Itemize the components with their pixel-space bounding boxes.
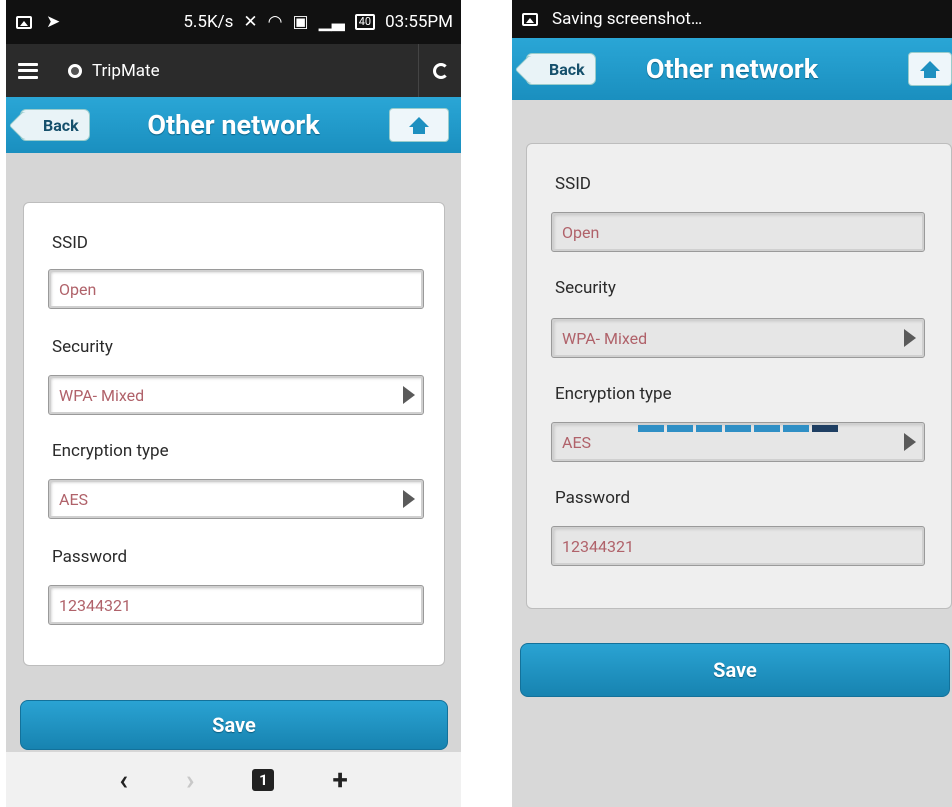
- wifi-icon: ◠: [267, 12, 283, 32]
- ssid-label: SSID: [555, 174, 591, 194]
- ssid-label: SSID: [52, 233, 88, 253]
- password-input[interactable]: 12344321: [48, 585, 424, 625]
- home-button[interactable]: [389, 108, 449, 142]
- page-title: Other network: [645, 53, 819, 85]
- reload-icon[interactable]: [433, 62, 449, 79]
- toolbar-divider: [418, 44, 419, 97]
- menu-icon[interactable]: [18, 62, 38, 79]
- site-title[interactable]: TripMate: [92, 61, 160, 81]
- sim-icon: ▣: [292, 12, 309, 32]
- loading-segment: [696, 425, 722, 432]
- loading-segment: [783, 425, 809, 432]
- signal-icon: ▁▃: [318, 12, 345, 32]
- site-icon: [68, 63, 82, 78]
- mute-icon: ✕: [243, 12, 258, 32]
- loading-segment: [667, 425, 693, 432]
- security-select[interactable]: WPA- Mixed: [551, 318, 925, 358]
- browser-bottom-bar: ‹ › 1 +: [6, 752, 461, 807]
- browser-forward-button[interactable]: ›: [186, 763, 194, 796]
- notification-text: Saving screenshot…: [552, 9, 703, 29]
- browser-back-button[interactable]: ‹: [119, 763, 128, 796]
- browser-toolbar: TripMate: [6, 44, 461, 97]
- ssid-input[interactable]: Open: [48, 269, 424, 309]
- encryption-label: Encryption type: [555, 384, 672, 404]
- ssid-input[interactable]: Open: [551, 212, 925, 252]
- home-icon: [920, 61, 940, 78]
- tabs-button[interactable]: 1: [252, 768, 275, 791]
- dropdown-arrow-icon: [904, 433, 916, 451]
- page-header: Back Other network: [6, 97, 461, 153]
- loading-segment: [725, 425, 751, 432]
- loading-segment-active: [812, 425, 838, 432]
- loading-indicator: [638, 425, 838, 432]
- status-bar: ➤ 5.5K/s ✕ ◠ ▣ ▁▃ 40 03:55PM: [6, 0, 461, 44]
- dropdown-arrow-icon: [403, 386, 415, 404]
- new-tab-button[interactable]: +: [332, 763, 347, 796]
- encryption-label: Encryption type: [52, 441, 169, 461]
- screenshot-icon: [522, 12, 538, 26]
- network-speed: 5.5K/s: [183, 12, 234, 32]
- dropdown-arrow-icon: [403, 490, 415, 508]
- right-screen: Saving screenshot… Back Other network SS…: [512, 0, 952, 807]
- network-form: SSID Open Security WPA- Mixed Encryption…: [23, 202, 445, 666]
- status-bar: Saving screenshot…: [512, 0, 952, 38]
- encryption-value: AES: [562, 432, 592, 452]
- network-form: SSID Open Security WPA- Mixed Encryption…: [526, 143, 952, 609]
- security-value: WPA- Mixed: [59, 385, 145, 405]
- loading-segment: [638, 425, 664, 432]
- security-label: Security: [52, 337, 113, 357]
- location-icon: ➤: [46, 12, 61, 32]
- security-label: Security: [555, 278, 616, 298]
- password-label: Password: [555, 488, 631, 508]
- left-screen: ➤ 5.5K/s ✕ ◠ ▣ ▁▃ 40 03:55PM TripMate Ba…: [6, 0, 461, 807]
- encryption-select[interactable]: AES: [48, 479, 424, 519]
- encryption-value: AES: [59, 489, 89, 509]
- security-value: WPA- Mixed: [562, 328, 648, 348]
- battery-icon: 40: [354, 14, 376, 30]
- dropdown-arrow-icon: [904, 329, 916, 347]
- home-icon: [409, 117, 429, 134]
- page-header: Back Other network: [512, 38, 952, 100]
- security-select[interactable]: WPA- Mixed: [48, 375, 424, 415]
- password-label: Password: [52, 547, 128, 567]
- password-input[interactable]: 12344321: [551, 526, 925, 566]
- save-button[interactable]: Save: [20, 700, 448, 750]
- clock: 03:55PM: [385, 12, 453, 32]
- loading-segment: [754, 425, 780, 432]
- screenshot-icon: [16, 15, 32, 29]
- save-button[interactable]: Save: [520, 643, 950, 697]
- home-button[interactable]: [908, 52, 952, 86]
